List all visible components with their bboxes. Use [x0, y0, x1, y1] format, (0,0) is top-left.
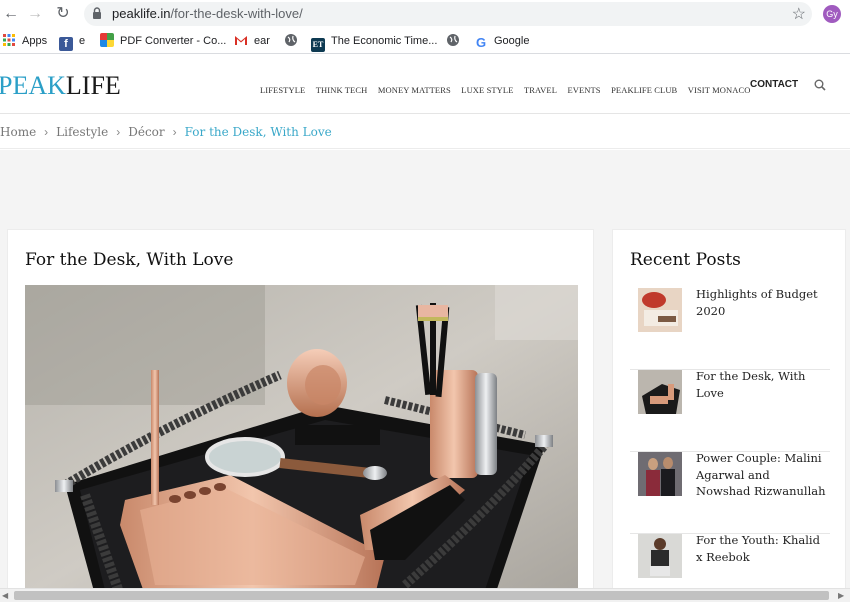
- bookmark-facebook[interactable]: fe: [59, 33, 86, 51]
- post-thumbnail[interactable]: [638, 370, 682, 414]
- logo-peak: PEAK: [0, 71, 66, 100]
- pdf-converter-icon: [100, 33, 114, 47]
- profile-avatar[interactable]: Gy: [823, 5, 841, 23]
- horizontal-scrollbar[interactable]: ◀ ▶: [0, 588, 850, 602]
- breadcrumb-home[interactable]: Home: [0, 125, 36, 139]
- search-icon[interactable]: [814, 79, 826, 91]
- nav-contact[interactable]: CONTACT: [750, 79, 798, 90]
- bookmark-label: e: [79, 35, 86, 47]
- scroll-right-arrow-icon[interactable]: ▶: [838, 591, 844, 600]
- facebook-icon: f: [59, 37, 73, 51]
- post-thumbnail[interactable]: [638, 288, 682, 332]
- article-hero-image: [25, 285, 578, 595]
- economic-times-icon: ET: [311, 38, 325, 52]
- article-card: For the Desk, With Love: [7, 229, 594, 600]
- post-title[interactable]: Power Couple: Malini Agarwal and Nowshad…: [696, 450, 826, 500]
- breadcrumb-current: For the Desk, With Love: [184, 125, 332, 139]
- site-logo[interactable]: PEAKLIFE: [0, 71, 121, 101]
- globe-icon: [285, 34, 297, 46]
- scroll-left-arrow-icon[interactable]: ◀: [2, 591, 8, 600]
- bookmark-globe[interactable]: [284, 33, 304, 49]
- nav-visit-monaco[interactable]: VISIT MONACO: [688, 85, 751, 95]
- globe-icon: [447, 34, 459, 46]
- recent-post-item[interactable]: For the Desk, With Love: [630, 368, 830, 452]
- breadcrumb: Home › Lifestyle › Décor › For the Desk, With …: [0, 115, 850, 149]
- url-domain: peaklife.in: [112, 6, 171, 21]
- bookmark-label: Google: [494, 35, 530, 47]
- sidebar-recent-posts: Recent Posts Highlights of Budget 2020 F…: [612, 229, 846, 600]
- google-icon: G: [475, 35, 487, 50]
- bookmark-apps[interactable]: Apps: [2, 33, 47, 49]
- nav-think-tech[interactable]: THINK TECH: [316, 85, 368, 95]
- nav-lifestyle[interactable]: LIFESTYLE: [260, 85, 305, 95]
- nav-travel[interactable]: TRAVEL: [524, 85, 557, 95]
- address-bar[interactable]: peaklife.in/for-the-desk-with-love/ ☆: [84, 2, 812, 26]
- nav-events[interactable]: EVENTS: [567, 85, 600, 95]
- breadcrumb-trail: Home › Lifestyle › Décor › For the Desk, With …: [0, 125, 332, 139]
- chevron-right-icon: ›: [44, 125, 49, 139]
- bookmark-label: ear: [254, 35, 270, 47]
- post-title[interactable]: Highlights of Budget 2020: [696, 286, 826, 319]
- nav-money-matters[interactable]: MONEY MATTERS: [378, 85, 451, 95]
- recent-post-item[interactable]: Highlights of Budget 2020: [630, 286, 830, 370]
- back-arrow-icon[interactable]: ←: [0, 3, 22, 25]
- logo-life: LIFE: [65, 71, 121, 100]
- bookmarks-bar: Apps fe PDF Converter - Co... ear ET The …: [0, 28, 850, 54]
- chevron-right-icon: ›: [172, 125, 177, 139]
- bookmark-label: The Economic Time...: [331, 35, 438, 47]
- breadcrumb-lifestyle[interactable]: Lifestyle: [56, 125, 108, 139]
- nav-peaklife-club[interactable]: PEAKLIFE CLUB: [611, 85, 677, 95]
- url-text[interactable]: peaklife.in/for-the-desk-with-love/: [112, 6, 303, 21]
- post-thumbnail[interactable]: [638, 452, 682, 496]
- recent-post-item[interactable]: Power Couple: Malini Agarwal and Nowshad…: [630, 450, 830, 534]
- address-bar-row: ← → ↻ peaklife.in/for-the-desk-with-love…: [0, 0, 850, 28]
- lock-icon: [93, 7, 101, 19]
- recent-posts-title: Recent Posts: [630, 250, 741, 270]
- bookmark-star-icon[interactable]: ☆: [792, 4, 806, 24]
- bookmark-label: Apps: [22, 35, 48, 47]
- bookmark-google[interactable]: G Google: [474, 33, 530, 50]
- bookmark-globe[interactable]: [446, 33, 466, 49]
- post-title[interactable]: For the Youth: Khalid x Reebok: [696, 532, 826, 565]
- post-thumbnail[interactable]: [638, 534, 682, 578]
- article-title: For the Desk, With Love: [25, 250, 234, 270]
- bookmark-gmail[interactable]: ear: [234, 33, 270, 49]
- bookmark-economic-times[interactable]: ET The Economic Time...: [311, 33, 438, 52]
- url-path: /for-the-desk-with-love/: [170, 6, 303, 21]
- scrollbar-thumb[interactable]: [14, 591, 829, 600]
- gmail-icon: [235, 36, 247, 45]
- site-header: PEAKLIFE LIFESTYLE THINK TECH MONEY MATT…: [0, 56, 850, 114]
- nav-luxe-style[interactable]: LUXE STYLE: [461, 85, 513, 95]
- forward-arrow-icon[interactable]: →: [24, 3, 46, 25]
- reload-icon[interactable]: ↻: [52, 3, 74, 25]
- apps-grid-icon: [3, 34, 15, 46]
- bookmark-label: PDF Converter - Co...: [120, 35, 227, 47]
- post-title[interactable]: For the Desk, With Love: [696, 368, 826, 401]
- breadcrumb-decor[interactable]: Décor: [128, 125, 164, 139]
- recent-post-item[interactable]: For the Youth: Khalid x Reebok: [630, 532, 830, 616]
- browser-chrome: ← → ↻ peaklife.in/for-the-desk-with-love…: [0, 0, 850, 56]
- main-nav: LIFESTYLE THINK TECH MONEY MATTERS LUXE …: [260, 80, 756, 95]
- chevron-right-icon: ›: [116, 125, 121, 139]
- bookmark-pdf-converter[interactable]: PDF Converter - Co...: [100, 33, 226, 49]
